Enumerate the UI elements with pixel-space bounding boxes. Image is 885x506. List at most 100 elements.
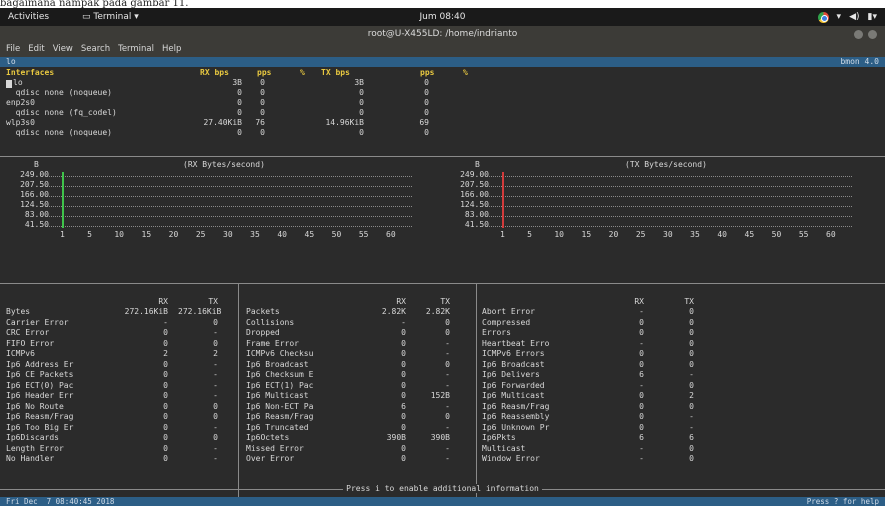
terminal-content[interactable]: lo bmon 4.0 Interfaces RX bps pps % TX b… [0,57,885,497]
iface-tx-bps: 14.96KiB [325,118,364,127]
stat-rx-value: 0 [401,454,406,463]
stat-rx-value: - [401,317,406,327]
stat-tx-value: - [445,349,450,358]
rx-y-tick: 249.00 [20,170,49,179]
menu-terminal[interactable]: Terminal [118,42,154,57]
iface-name: qdisc none (noqueue) [6,128,112,137]
minimize-button[interactable] [854,30,863,39]
stat-label: Ip6 Forwarded [482,380,545,390]
stat-label: FIFO Error [6,338,55,348]
stat-tx-value: - [213,380,218,390]
tx-grid-line [489,226,852,227]
stat-label: Ip6 Broadcast [482,359,545,369]
stat-label: Carrier Error [6,317,69,327]
divider [0,156,885,157]
iface-name: enp2s0 [6,98,35,107]
stat-rx-value: 0 [163,359,168,369]
stat-tx-value: - [445,422,450,432]
iface-rx-bps: 0 [237,98,242,107]
rx-grid-line [49,216,412,217]
stats-header-tx: TX [208,297,218,306]
stat-label: Packets [246,307,280,316]
stat-rx-value: 0 [639,412,644,421]
volume-icon[interactable]: ◀) [849,8,859,26]
tx-x-tick: 45 [744,230,755,239]
stats-header-tx: TX [440,297,450,306]
stat-tx-value: 0 [689,443,694,453]
stat-rx-value: - [639,454,644,463]
iface-name: qdisc none (fq_codel) [6,108,117,117]
tx-x-tick: 25 [635,230,646,239]
stat-tx-value: - [445,401,450,411]
stat-rx-value: 0 [639,391,644,400]
clock[interactable]: Jum 08:40 [0,8,885,26]
iface-tx-bps: 0 [359,88,364,97]
close-button[interactable] [868,30,877,39]
additional-info-hint: Press i to enable additional information [343,484,542,493]
stat-tx-value: 0 [213,317,218,327]
stat-label: Ip6 Reasm/Frag [482,401,550,411]
stat-label: Ip6 Reassembly [482,412,550,421]
rx-y-tick: 41.50 [24,220,49,229]
help-hint: Press ? for help [806,497,879,506]
stat-rx-value: 272.16KiB [124,307,168,316]
stat-rx-value: 0 [639,422,644,432]
menu-search[interactable]: Search [81,42,110,57]
menu-file[interactable]: File [6,42,20,57]
stat-label: Errors [482,328,511,337]
stat-rx-value: 6 [639,433,644,442]
tx-y-tick: 249.00 [460,170,489,179]
stat-tx-value: 0 [213,401,218,411]
stat-tx-value: 0 [689,338,694,348]
stat-tx-value: 0 [445,412,450,421]
stat-label: Ip6 Non-ECT Pa [246,401,314,411]
battery-icon[interactable]: ▮▾ [868,8,877,26]
stat-rx-value: 0 [163,391,168,400]
stat-rx-value: - [639,338,644,348]
stat-label: CRC Error [6,328,50,337]
menu-edit[interactable]: Edit [28,42,44,57]
stat-rx-value: - [639,380,644,390]
stat-label: Ip6 CE Packets [6,370,74,379]
stat-rx-value: 0 [163,380,168,390]
rx-x-tick: 15 [141,230,152,239]
stat-rx-value: 390B [386,433,406,442]
tx-x-tick: 55 [798,230,809,239]
tx-y-tick: 166.00 [460,190,489,199]
tx-y-tick: 41.50 [464,220,489,229]
stat-label: Abort Error [482,307,535,316]
rx-x-tick: 60 [386,230,396,239]
system-tray[interactable]: ▾ ◀) ▮▾ [817,8,877,26]
iface-rx-bps: 27.40KiB [203,118,242,127]
stat-rx-value: 0 [639,328,644,337]
tx-x-tick: 5 [527,230,532,239]
stat-tx-value: 0 [445,328,450,337]
stat-rx-value: 6 [401,401,406,411]
stat-tx-value: 0 [213,433,218,442]
stat-rx-value: 0 [163,454,168,463]
stat-tx-value: 0 [689,307,694,316]
stat-rx-value: 0 [401,338,406,348]
stat-tx-value: 0 [689,380,694,390]
tx-grid-line [489,186,852,187]
stat-label: Compressed [482,317,531,327]
iface-tx-bps: 0 [359,108,364,117]
tx-graph-title: (TX Bytes/second) [625,160,707,169]
stat-tx-value: 0 [213,338,218,348]
col-header-tx-pps: pps [420,68,435,77]
rx-spike-bar [62,172,64,228]
iface-rx-bps: 3B [232,78,242,87]
stat-label: Ip6 Address Er [6,359,74,369]
stat-tx-value: - [445,443,450,453]
wifi-icon[interactable]: ▾ [837,8,842,26]
rx-x-tick: 45 [304,230,315,239]
menu-view[interactable]: View [53,42,73,57]
stat-label: Dropped [246,328,280,337]
stat-tx-value: - [213,359,218,369]
chrome-icon[interactable] [817,11,829,23]
terminal-menubar: File Edit View Search Terminal Help [0,42,885,57]
tx-grid-line [489,176,852,177]
tx-y-tick: 124.50 [460,200,489,209]
menu-help[interactable]: Help [162,42,181,57]
iface-rx-pps: 0 [260,98,265,107]
